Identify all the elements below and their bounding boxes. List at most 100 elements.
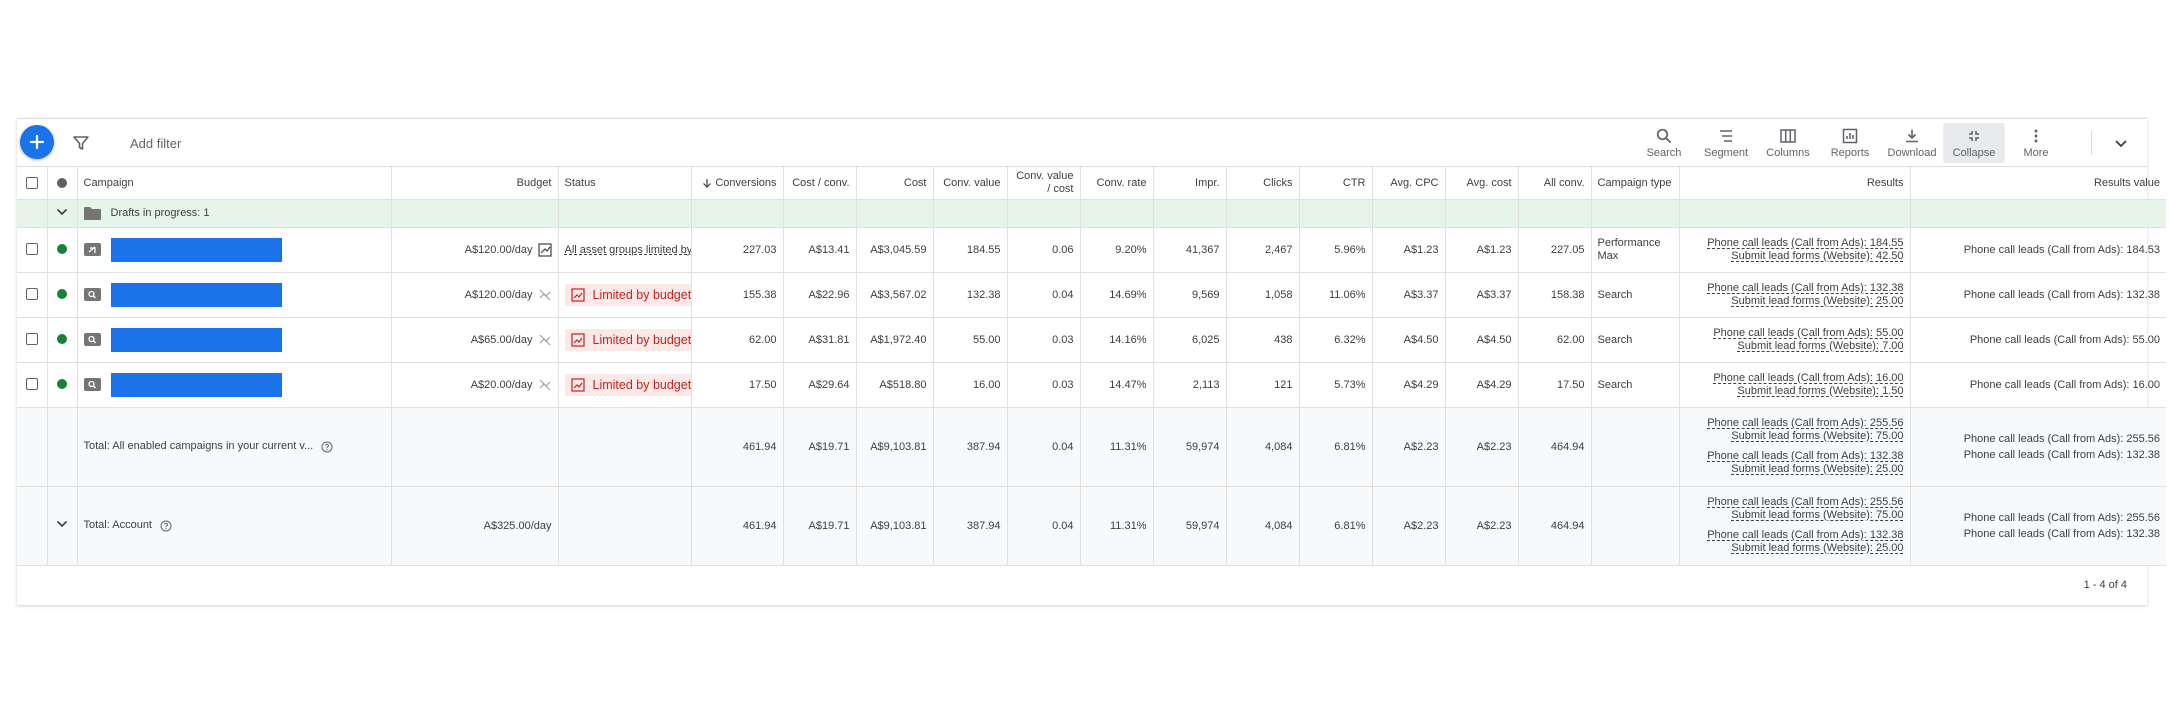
conv-value-cell: 184.55 xyxy=(933,227,1008,273)
collapse-tool-button[interactable]: Collapse xyxy=(1943,123,2005,163)
cost-conv-cell: A$22.96 xyxy=(783,272,857,318)
results-line[interactable]: Submit lead forms (Website): 25.00 xyxy=(1686,542,1903,555)
results-line[interactable]: Submit lead forms (Website): 75.00 xyxy=(1686,430,1903,443)
add-filter-button[interactable]: Add filter xyxy=(130,136,181,151)
table-row[interactable]: A$120.00/day Limited by budget 155.38 A$… xyxy=(17,272,2166,318)
col-all-conv[interactable]: All conv. xyxy=(1518,167,1592,200)
results-value-line: Phone call leads (Call from Ads): 255.56 xyxy=(1963,511,2160,524)
limited-by-budget-badge[interactable]: Limited by budget xyxy=(564,373,690,396)
table-row[interactable]: A$120.00/day All asset groups limited by… xyxy=(17,227,2166,273)
results-line[interactable]: Phone call leads (Call from Ads): 255.56 xyxy=(1686,496,1903,509)
cost-cell: A$518.80 xyxy=(856,362,934,408)
cost-cell: A$1,972.40 xyxy=(856,317,934,363)
budget-value[interactable]: A$20.00/day xyxy=(471,378,533,390)
results-line[interactable]: Submit lead forms (Website): 25.00 xyxy=(1686,295,1903,308)
results-line[interactable]: Submit lead forms (Website): 42.50 xyxy=(1686,250,1903,263)
conv-value-cell: 132.38 xyxy=(933,272,1008,318)
table-row[interactable]: A$65.00/day Limited by budget 62.00 A$31… xyxy=(17,317,2166,363)
col-conv-value-cost-line1: Conv. value xyxy=(1016,169,1074,182)
limited-by-budget-badge[interactable]: Limited by budget xyxy=(564,283,690,306)
col-results[interactable]: Results xyxy=(1679,167,1911,200)
status-text[interactable]: All asset groups limited by bid strategy xyxy=(565,244,691,256)
cost-conv-cell: A$29.64 xyxy=(783,362,857,408)
budget-trend-icon[interactable] xyxy=(537,242,552,257)
campaign-type-cell: Performance Max xyxy=(1591,227,1680,273)
reports-tool-button[interactable]: Reports xyxy=(1819,123,1881,163)
budget-trend-off-icon[interactable] xyxy=(538,288,552,302)
campaign-name-redacted[interactable] xyxy=(110,282,282,307)
campaign-name-redacted[interactable] xyxy=(110,327,282,352)
results-line[interactable]: Phone call leads (Call from Ads): 16.00 xyxy=(1686,372,1903,385)
col-clicks[interactable]: Clicks xyxy=(1226,167,1300,200)
results-line[interactable]: Phone call leads (Call from Ads): 255.56 xyxy=(1686,417,1903,430)
col-status[interactable]: Status xyxy=(558,167,692,200)
campaign-name-redacted[interactable] xyxy=(110,237,282,262)
col-impr[interactable]: Impr. xyxy=(1153,167,1227,200)
results-line[interactable]: Phone call leads (Call from Ads): 184.55 xyxy=(1686,237,1903,250)
conv-value-cost-cell: 0.03 xyxy=(1007,362,1081,408)
row-checkbox[interactable] xyxy=(25,243,38,256)
help-icon[interactable] xyxy=(160,520,172,532)
total-ctr: 6.81% xyxy=(1299,407,1373,487)
help-icon[interactable] xyxy=(321,441,333,453)
segment-icon xyxy=(1720,130,1732,142)
campaign-name-redacted[interactable] xyxy=(110,372,282,397)
results-line[interactable]: Phone call leads (Call from Ads): 132.38 xyxy=(1686,529,1903,542)
avg-cost-cell: A$3.37 xyxy=(1445,272,1519,318)
columns-tool-button[interactable]: Columns xyxy=(1757,123,1819,163)
results-line[interactable]: Phone call leads (Call from Ads): 132.38 xyxy=(1686,450,1903,463)
col-conversions[interactable]: Conversions xyxy=(691,167,784,200)
results-line[interactable]: Submit lead forms (Website): 7.00 xyxy=(1686,340,1903,353)
enabled-status-dot[interactable] xyxy=(57,289,67,300)
col-budget[interactable]: Budget xyxy=(391,167,559,200)
col-conv-value-cost-line2: / cost xyxy=(1047,182,1074,195)
budget-trend-off-icon[interactable] xyxy=(538,333,552,347)
row-checkbox[interactable] xyxy=(25,378,38,391)
col-avg-cpc[interactable]: Avg. CPC xyxy=(1372,167,1446,200)
col-cost[interactable]: Cost xyxy=(856,167,934,200)
col-results-value[interactable]: Results value xyxy=(1910,167,2166,200)
download-tool-button[interactable]: Download xyxy=(1881,123,1943,163)
chevron-down-icon[interactable] xyxy=(55,205,69,219)
more-tool-button[interactable]: More xyxy=(2005,123,2067,163)
col-campaign-type[interactable]: Campaign type xyxy=(1591,167,1680,200)
chevron-down-icon[interactable] xyxy=(2111,133,2131,153)
total-account-label: Total: Account xyxy=(83,519,153,532)
results-cell: Phone call leads (Call from Ads): 55.00 S… xyxy=(1679,317,1911,363)
select-all-checkbox[interactable] xyxy=(25,176,38,189)
enabled-status-dot[interactable] xyxy=(57,334,67,345)
collapse-tool-label: Collapse xyxy=(1952,147,1996,159)
row-checkbox[interactable] xyxy=(25,288,38,301)
results-line[interactable]: Phone call leads (Call from Ads): 55.00 xyxy=(1686,327,1903,340)
col-cost-conv[interactable]: Cost / conv. xyxy=(783,167,857,200)
budget-trend-off-icon[interactable] xyxy=(538,378,552,392)
col-conv-value-cost[interactable]: Conv. value / cost xyxy=(1007,167,1081,200)
row-checkbox[interactable] xyxy=(25,333,38,346)
chevron-down-icon[interactable] xyxy=(55,517,69,531)
segment-tool-button[interactable]: Segment xyxy=(1695,123,1757,163)
results-line[interactable]: Submit lead forms (Website): 25.00 xyxy=(1686,463,1903,476)
create-button[interactable] xyxy=(20,125,54,159)
col-avg-cost[interactable]: Avg. cost xyxy=(1445,167,1519,200)
col-ctr[interactable]: CTR xyxy=(1299,167,1373,200)
budget-value[interactable]: A$65.00/day xyxy=(471,333,533,345)
filter-icon[interactable] xyxy=(72,134,90,152)
page-header-blank xyxy=(0,0,2170,118)
col-conv-rate[interactable]: Conv. rate xyxy=(1080,167,1154,200)
status-dot-icon[interactable] xyxy=(57,177,67,188)
total-account-row: Total: Account A$325.00/day 461.94 A$19.… xyxy=(17,486,2166,566)
enabled-status-dot[interactable] xyxy=(57,379,67,390)
limited-by-budget-badge[interactable]: Limited by budget xyxy=(564,328,690,351)
table-row[interactable]: A$20.00/day Limited by budget 17.50 A$29… xyxy=(17,362,2166,408)
results-line[interactable]: Submit lead forms (Website): 1.50 xyxy=(1686,385,1903,398)
col-conv-value[interactable]: Conv. value xyxy=(933,167,1008,200)
drafts-row[interactable]: Drafts in progress: 1 xyxy=(17,199,2166,228)
budget-value[interactable]: A$120.00/day xyxy=(465,288,533,300)
results-line[interactable]: Submit lead forms (Website): 75.00 xyxy=(1686,509,1903,522)
enabled-status-dot[interactable] xyxy=(57,244,67,255)
search-tool-button[interactable]: Search xyxy=(1633,123,1695,163)
results-line[interactable]: Phone call leads (Call from Ads): 132.38 xyxy=(1686,282,1903,295)
budget-value[interactable]: A$120.00/day xyxy=(465,243,533,255)
clicks-cell: 2,467 xyxy=(1226,227,1300,273)
col-campaign[interactable]: Campaign xyxy=(77,167,392,200)
